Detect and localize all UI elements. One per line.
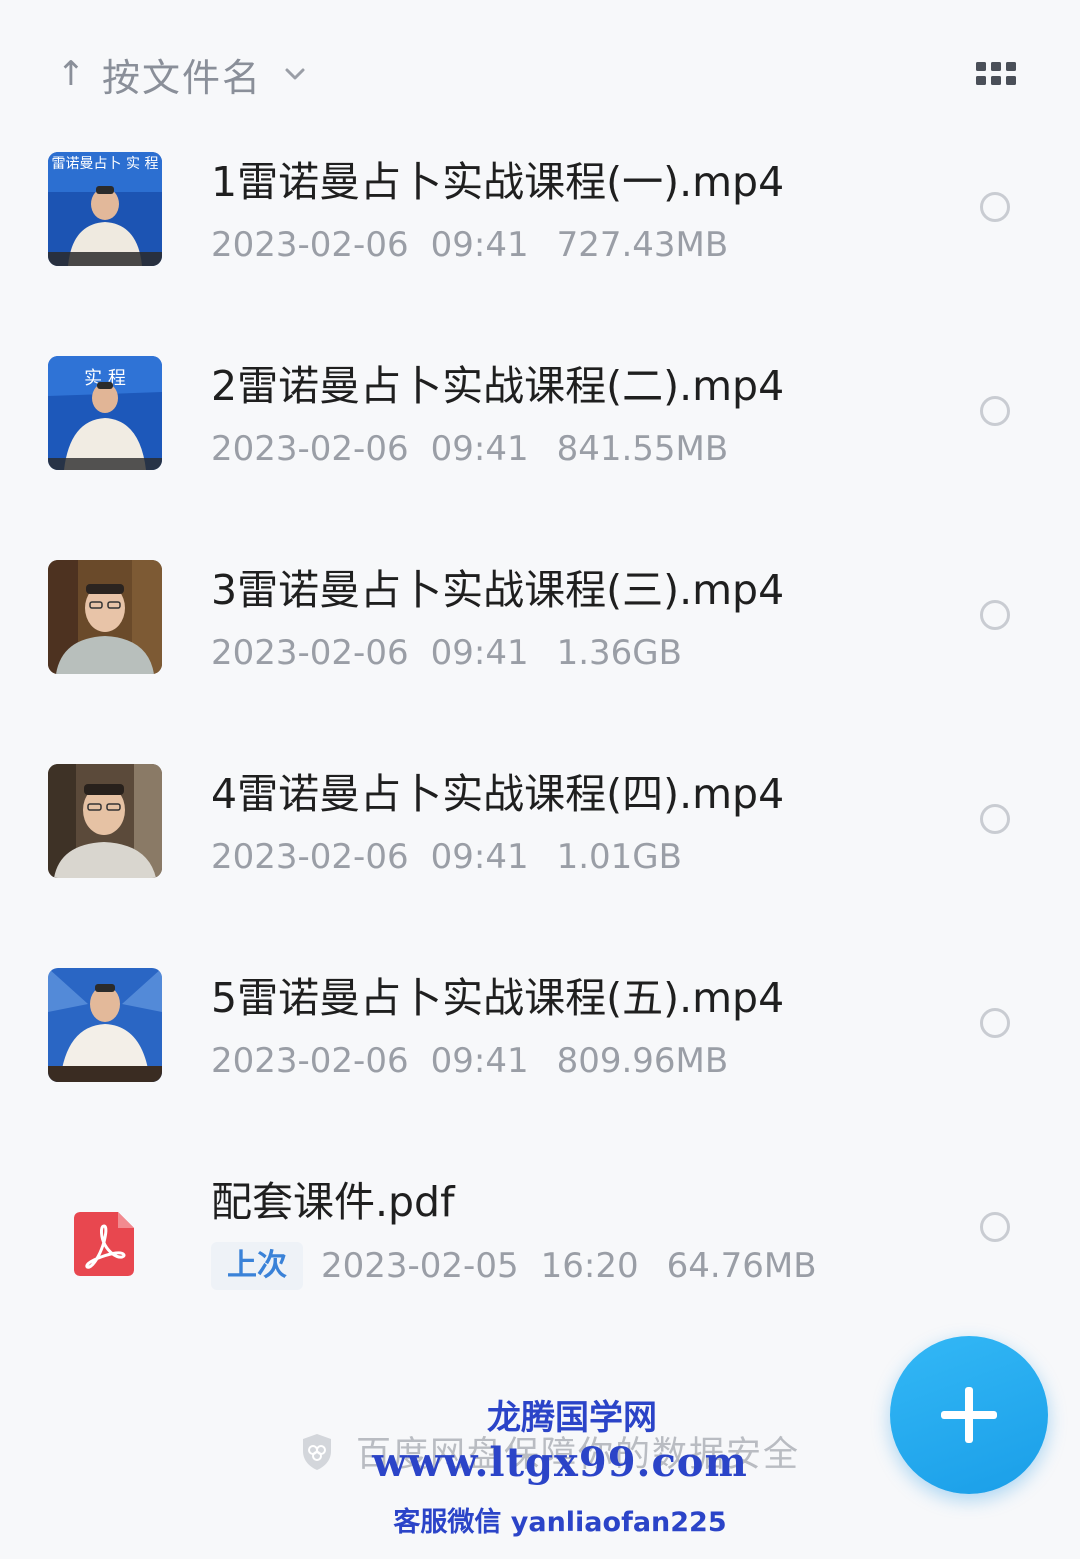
sort-label: 按文件名: [102, 55, 263, 100]
file-time: 09:41: [430, 225, 529, 265]
file-name: 4雷诺曼占卜实战课程(四).mp4: [211, 770, 785, 818]
file-meta: 2023-02-06 09:41 1.01GB: [211, 834, 682, 880]
file-row[interactable]: 5雷诺曼占卜实战课程(五).mp4 2023-02-06 09:41 809.9…: [0, 956, 1080, 1160]
select-checkbox[interactable]: [980, 804, 1010, 834]
file-date: 2023-02-06: [211, 225, 409, 265]
security-notice: 百度网盘保障你的数据安全: [300, 1426, 800, 1477]
file-size: 809.96MB: [556, 1041, 729, 1081]
file-date: 2023-02-05: [321, 1246, 519, 1286]
video-thumbnail: [48, 968, 162, 1082]
add-button[interactable]: [890, 1336, 1048, 1494]
last-opened-badge: 上次: [211, 1242, 303, 1290]
file-list: 雷诺曼占卜 实 程 1雷诺曼占卜实战课程(一).mp4 2023-02-06 0…: [0, 140, 1080, 1364]
select-checkbox[interactable]: [980, 1212, 1010, 1242]
grid-view-icon[interactable]: [974, 58, 1018, 90]
sort-arrow-up-icon: ↑: [56, 54, 86, 94]
chevron-down-icon: [284, 63, 306, 85]
file-date: 2023-02-06: [211, 837, 409, 877]
file-row[interactable]: 3雷诺曼占卜实战课程(三).mp4 2023-02-06 09:41 1.36G…: [0, 548, 1080, 752]
select-checkbox[interactable]: [980, 600, 1010, 630]
file-meta: 2023-02-06 09:41 1.36GB: [211, 630, 682, 676]
file-row[interactable]: 雷诺曼占卜 实 程 1雷诺曼占卜实战课程(一).mp4 2023-02-06 0…: [0, 140, 1080, 344]
file-meta: 上次 2023-02-05 16:20 64.76MB: [211, 1242, 817, 1290]
file-row[interactable]: 配套课件.pdf 上次 2023-02-05 16:20 64.76MB: [0, 1160, 1080, 1364]
sort-selector[interactable]: ↑ 按文件名: [56, 46, 306, 102]
file-size: 1.01GB: [556, 837, 682, 877]
file-time: 09:41: [430, 1041, 529, 1081]
file-name: 3雷诺曼占卜实战课程(三).mp4: [211, 566, 785, 614]
file-time: 09:41: [430, 633, 529, 673]
security-text: 百度网盘保障你的数据安全: [356, 1435, 801, 1475]
file-meta: 2023-02-06 09:41 841.55MB: [211, 426, 728, 472]
video-thumbnail: 雷诺曼占卜 实 程: [48, 152, 162, 266]
file-name: 2雷诺曼占卜实战课程(二).mp4: [211, 362, 785, 410]
thumbnail-caption: 雷诺曼占卜 实 程: [52, 156, 159, 172]
video-thumbnail: [48, 560, 162, 674]
file-size: 727.43MB: [556, 225, 729, 265]
file-name: 5雷诺曼占卜实战课程(五).mp4: [211, 974, 785, 1022]
file-size: 1.36GB: [556, 633, 682, 673]
video-thumbnail: [48, 764, 162, 878]
select-checkbox[interactable]: [980, 192, 1010, 222]
file-meta: 2023-02-06 09:41 727.43MB: [211, 222, 728, 268]
file-name: 配套课件.pdf: [211, 1178, 455, 1226]
file-meta: 2023-02-06 09:41 809.96MB: [211, 1038, 728, 1084]
file-row[interactable]: 4雷诺曼占卜实战课程(四).mp4 2023-02-06 09:41 1.01G…: [0, 752, 1080, 956]
shield-icon: [300, 1432, 334, 1472]
file-time: 09:41: [430, 429, 529, 469]
plus-icon: [941, 1387, 997, 1443]
file-date: 2023-02-06: [211, 429, 409, 469]
file-time: 16:20: [540, 1246, 639, 1286]
file-date: 2023-02-06: [211, 1041, 409, 1081]
file-date: 2023-02-06: [211, 633, 409, 673]
select-checkbox[interactable]: [980, 396, 1010, 426]
pdf-icon: [74, 1212, 134, 1276]
file-row[interactable]: 实 程 2雷诺曼占卜实战课程(二).mp4 2023-02-06 09:41 8…: [0, 344, 1080, 548]
file-name: 1雷诺曼占卜实战课程(一).mp4: [211, 158, 785, 206]
watermark-contact: 客服微信 yanliaofan225: [393, 1507, 727, 1538]
select-checkbox[interactable]: [980, 1008, 1010, 1038]
file-time: 09:41: [430, 837, 529, 877]
file-size: 841.55MB: [556, 429, 729, 469]
file-size: 64.76MB: [666, 1246, 817, 1286]
video-thumbnail: 实 程: [48, 356, 162, 470]
